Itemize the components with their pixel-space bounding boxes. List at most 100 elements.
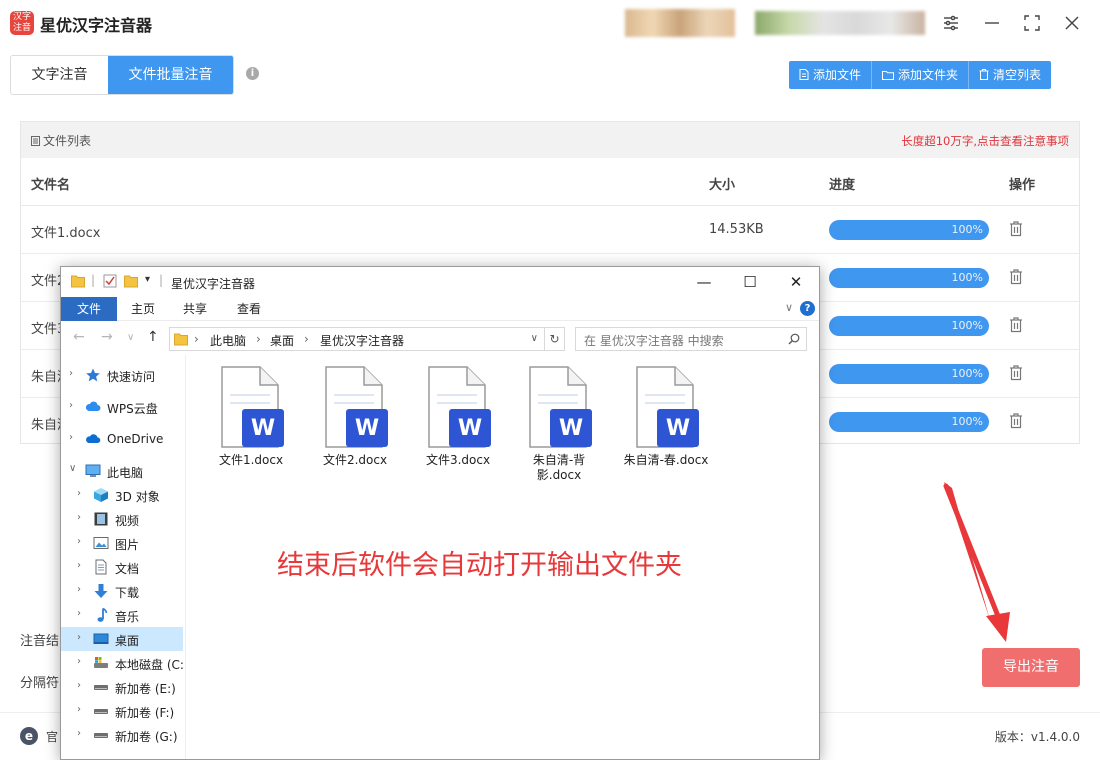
delete-icon[interactable] [1009,317,1023,333]
expand-icon[interactable]: › [77,608,81,619]
explorer-close-icon[interactable]: ✕ [773,270,819,294]
nav-item-music[interactable]: › 音乐 [61,603,185,627]
nav-item-this-pc[interactable]: ∨ 此电脑 [61,459,185,483]
folder-icon [882,71,895,80]
delete-icon[interactable] [1009,413,1023,429]
expand-icon[interactable]: › [77,728,81,739]
expand-icon[interactable]: › [77,656,81,667]
recent-locations-icon[interactable]: ∨ [127,332,134,343]
nav-item-pictures[interactable]: › 图片 [61,531,185,555]
nav-item-onedrive[interactable]: › OneDrive [61,427,185,451]
file-size: 14.53KB [709,222,764,237]
explorer-maximize-icon[interactable]: ☐ [727,270,773,294]
ribbon-tab-home[interactable]: 主页 [117,297,169,321]
nav-item-documents[interactable]: › 文档 [61,555,185,579]
expand-icon[interactable]: › [69,368,73,379]
add-folder-button[interactable]: 添加文件夹 [872,61,970,89]
delete-icon[interactable] [1009,365,1023,381]
chevron-down-icon[interactable]: ∨ [531,333,538,344]
expand-ribbon-icon[interactable]: ∨ [785,301,793,314]
file-item[interactable]: W 朱自清-春.docx [614,365,718,468]
expand-icon[interactable]: › [69,400,73,411]
nav-item-desktop[interactable]: › 桌面 [61,627,183,651]
document-icon [95,559,107,575]
export-annotation-button[interactable]: 导出注音 [982,648,1080,687]
search-icon[interactable] [788,333,800,345]
nav-item-local-disk-c[interactable]: › 本地磁盘 (C: [61,651,185,675]
collapse-icon[interactable]: ∨ [69,463,76,474]
help-icon[interactable]: ? [800,301,815,316]
expand-icon[interactable]: › [77,512,81,523]
progress-text: 100% [951,319,983,332]
close-icon[interactable] [1059,10,1085,36]
file-name: 文件1.docx [31,226,101,241]
nav-label: 新加卷 (F:) [115,706,175,720]
search-box[interactable]: 在 星优汉字注音器 中搜索 [575,327,807,351]
word-letter: W [355,416,379,441]
expand-icon[interactable]: › [77,536,81,547]
delete-icon[interactable] [1009,221,1023,237]
pane-divider[interactable] [185,355,186,759]
nav-item-volume-e[interactable]: › 新加卷 (E:) [61,675,185,699]
word-document-icon: W [325,366,388,448]
refresh-icon[interactable]: ↻ [545,327,565,351]
tab-batch-file-annotation[interactable]: 文件批量注音 [108,56,233,94]
file-item[interactable]: W 朱自清-背影.docx [511,365,607,483]
tab-text-annotation[interactable]: 文字注音 [11,56,108,94]
ribbon-tab-view[interactable]: 查看 [223,297,275,321]
file-item[interactable]: W 文件3.docx [408,365,508,468]
official-site-link[interactable]: 官 [46,728,58,745]
ribbon-tab-share[interactable]: 共享 [169,297,221,321]
nav-label: 新加卷 (E:) [115,682,176,696]
blurred-account-info [755,11,925,35]
file-item[interactable]: W 文件2.docx [305,365,405,468]
word-document-icon: W [221,366,284,448]
add-file-button[interactable]: 添加文件 [789,61,873,89]
expand-icon[interactable]: › [77,488,81,499]
new-folder-icon[interactable] [124,274,138,288]
ribbon-tab-file[interactable]: 文件 [61,297,117,321]
nav-item-downloads[interactable]: › 下载 [61,579,185,603]
nav-item-quick-access[interactable]: › 快速访问 [61,363,185,387]
customize-toolbar-icon[interactable]: ▾ [145,274,150,285]
nav-item-volume-g[interactable]: › 新加卷 (G:) [61,723,185,747]
cloud-icon [86,434,101,443]
forward-icon[interactable]: → [101,329,113,345]
explorer-minimize-icon[interactable]: — [681,270,727,294]
word-letter: W [251,416,275,441]
explorer-title: 星优汉字注音器 [171,277,256,291]
address-bar[interactable]: › 此电脑 › 桌面 › 星优汉字注音器 ∨ [169,327,545,351]
file-name: 朱自清-背影.docx [532,453,586,482]
progress-text: 100% [951,223,983,236]
nav-item-3d-objects[interactable]: › 3D 对象 [61,483,185,507]
version-label: 版本：v1.4.0.0 [994,730,1080,744]
file-item[interactable]: W 文件1.docx [201,365,301,468]
expand-icon[interactable]: › [77,632,81,643]
breadcrumb-desktop[interactable]: 桌面 [270,332,294,349]
breadcrumb-this-pc[interactable]: 此电脑 [210,332,246,349]
expand-icon[interactable]: › [77,584,81,595]
info-icon[interactable]: i [246,67,259,80]
expand-icon[interactable]: › [77,704,81,715]
minimize-icon[interactable] [979,10,1005,36]
delete-icon[interactable] [1009,269,1023,285]
settings-icon[interactable] [938,10,964,36]
video-icon [94,512,108,526]
expand-icon[interactable]: › [69,432,73,443]
nav-item-videos[interactable]: › 视频 [61,507,185,531]
expand-icon[interactable]: › [77,680,81,691]
up-icon[interactable]: ↑ [147,329,159,345]
breadcrumb-current-folder[interactable]: 星优汉字注音器 [320,332,404,349]
properties-icon[interactable] [103,274,117,288]
expand-icon[interactable]: › [77,560,81,571]
nav-item-wps-cloud[interactable]: › WPS云盘 [61,395,185,419]
long-text-notice-link[interactable]: 长度超10万字,点击查看注意事项 [901,133,1069,149]
nav-item-volume-f[interactable]: › 新加卷 (F:) [61,699,185,723]
file-name: 文件1.docx [218,453,284,467]
back-icon[interactable]: ← [73,329,85,345]
browser-icon: e [20,727,38,745]
list-icon [31,136,40,146]
file-name: 文件2.docx [322,453,388,467]
clear-list-button[interactable]: 清空列表 [969,61,1052,89]
maximize-icon[interactable] [1019,10,1045,36]
